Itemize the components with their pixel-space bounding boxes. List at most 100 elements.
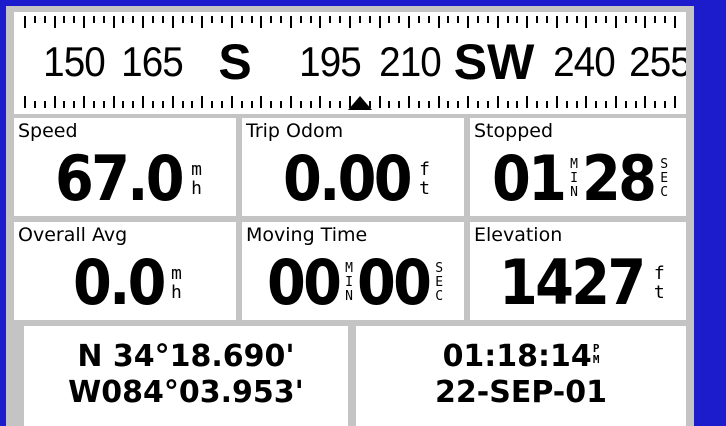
time-date-field[interactable]: 01:18:14 P M 22-SEP-01 [356, 326, 686, 426]
compass-tick [477, 16, 479, 23]
heading-label: 210 [379, 38, 442, 85]
compass-tick [329, 16, 331, 23]
compass-tick [221, 101, 223, 108]
compass-tick [122, 101, 124, 108]
compass-tick [447, 16, 449, 23]
min-unit: MIN [345, 261, 353, 304]
compass-tick [467, 96, 469, 108]
trip-odom-value: 0.00 [283, 142, 413, 215]
compass-tick [566, 16, 568, 23]
overall-avg-value: 0.0 [73, 246, 166, 319]
compass-tick [83, 16, 85, 28]
compass-tick [300, 101, 302, 108]
speed-field[interactable]: Speed 67.0 mh [14, 118, 236, 216]
compass-tick [152, 101, 154, 108]
compass-tick [231, 96, 233, 108]
compass-tick [24, 96, 26, 108]
compass-tick [457, 101, 459, 108]
sec-unit: SEC [435, 261, 444, 304]
compass-tick [73, 101, 75, 108]
compass-tick [408, 96, 410, 108]
overall-avg-field[interactable]: Overall Avg 0.0 mh [14, 222, 236, 320]
compass-tick [63, 101, 65, 108]
compass-tick [379, 16, 381, 28]
compass-tick [34, 101, 36, 108]
moving-time-minutes: 00 [266, 246, 342, 319]
compass-tick [526, 96, 528, 108]
compass-tick [349, 16, 351, 28]
compass-tick [615, 96, 617, 108]
compass-tick [379, 96, 381, 108]
compass-tick [290, 96, 292, 108]
trip-odom-field[interactable]: Trip Odom 0.00 ft [242, 118, 464, 216]
compass-tick [260, 96, 262, 108]
compass-tick [585, 96, 587, 108]
compass-tick [546, 16, 548, 23]
compass-tick [457, 16, 459, 23]
compass-tick [487, 101, 489, 108]
compass-tick [162, 16, 164, 23]
compass-tick [388, 16, 390, 23]
stopped-field[interactable]: Stopped 01 MIN 28 SEC [470, 118, 686, 216]
ampm-indicator: PM [592, 342, 600, 366]
compass-tick [595, 16, 597, 23]
compass-ticks-top [24, 16, 676, 30]
compass-tick [497, 16, 499, 28]
stopped-minutes: 01 [491, 142, 567, 215]
compass-tick [536, 101, 538, 108]
sec-unit: SEC [660, 157, 669, 200]
compass-tick [270, 16, 272, 23]
min-unit: MIN [570, 157, 578, 200]
elevation-field[interactable]: Elevation 1427 ft [470, 222, 686, 320]
time-of-day: 01:18:14 P M [442, 339, 600, 374]
compass-tick [103, 16, 105, 23]
location-field[interactable]: N 34°18.690' W084°03.953' [24, 326, 348, 426]
gps-trip-computer-screen: 150 165 S 195 210 SW 240 255 Speed 67.0 … [6, 6, 694, 426]
compass-tick [398, 16, 400, 23]
compass-tick [359, 16, 361, 23]
compass-tick [191, 16, 193, 23]
compass-tick [172, 96, 174, 108]
compass-tick [251, 16, 253, 23]
compass-tick [398, 101, 400, 108]
compass-tick [418, 101, 420, 108]
compass-tick [576, 101, 578, 108]
compass-tick [388, 101, 390, 108]
compass-tick [339, 101, 341, 108]
compass-tick [201, 16, 203, 28]
compass-tick [162, 101, 164, 108]
compass-tick [270, 101, 272, 108]
compass-tick [73, 16, 75, 23]
compass-tick [428, 101, 430, 108]
compass-tick [201, 96, 203, 108]
compass-tick [241, 16, 243, 23]
compass-tick [310, 16, 312, 23]
heading-cardinal: S [218, 34, 252, 90]
compass-tick [674, 96, 676, 108]
compass-tick [172, 16, 174, 28]
compass-tick [280, 101, 282, 108]
compass-tick [418, 16, 420, 23]
date: 22-SEP-01 [435, 375, 607, 410]
compass-tick [369, 16, 371, 23]
heading-label: 165 [121, 38, 184, 85]
compass-tick [113, 16, 115, 28]
compass-tick [654, 16, 656, 23]
compass-tick [467, 16, 469, 28]
compass-tick [329, 101, 331, 108]
compass-tick [605, 101, 607, 108]
compass-tick [438, 16, 440, 28]
heading-label: 195 [299, 38, 362, 85]
compass-tick [595, 101, 597, 108]
compass-tick [507, 101, 509, 108]
compass-tick [664, 101, 666, 108]
compass-tick [546, 101, 548, 108]
compass-tick [605, 16, 607, 23]
compass-tick [300, 16, 302, 23]
compass-tick [182, 16, 184, 23]
compass-headings: 150 165 S 195 210 SW 240 255 [14, 34, 686, 90]
moving-time-field[interactable]: Moving Time 00 MIN 00 SEC [242, 222, 464, 320]
compass-tick [526, 16, 528, 28]
compass-tick [408, 16, 410, 28]
speed-value: 67.0 [55, 142, 185, 215]
